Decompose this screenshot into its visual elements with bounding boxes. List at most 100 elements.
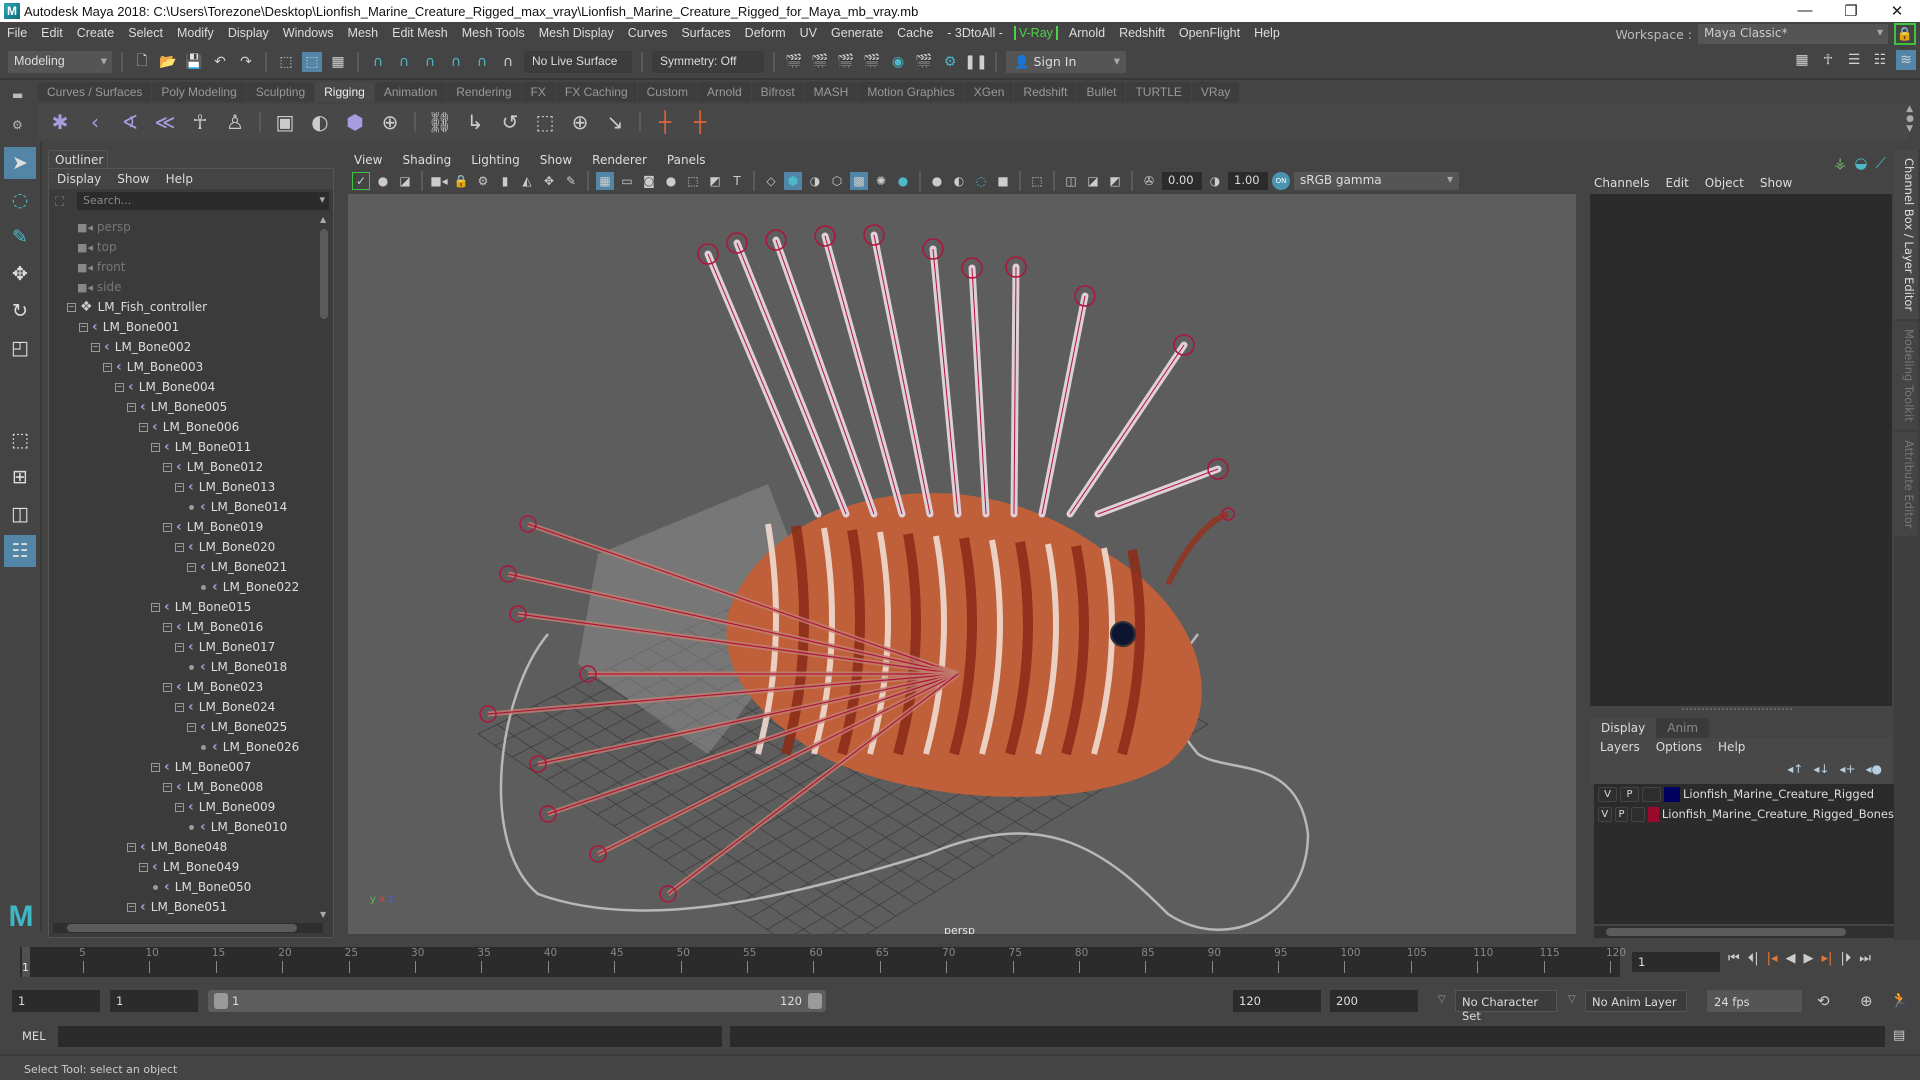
point-constraint-icon[interactable]: ↳ — [461, 108, 489, 136]
open-scene-icon[interactable]: 📂 — [158, 52, 178, 72]
collapse-toggle[interactable]: − — [127, 842, 136, 852]
outliner-item[interactable]: − ‹ LM_Bone003 — [49, 357, 321, 377]
outliner-item[interactable]: − ‹ LM_Bone048 — [49, 837, 321, 857]
menu-select[interactable]: Select — [121, 26, 170, 40]
shelf-settings-icon[interactable]: ⚙ — [12, 118, 23, 132]
outliner-item[interactable]: − ‹ LM_Bone008 — [49, 777, 321, 797]
range-slider[interactable]: 1 120 — [208, 990, 826, 1012]
close-button[interactable]: ✕ — [1874, 2, 1920, 20]
lock-icon[interactable]: 🔒 — [1894, 23, 1916, 45]
paint-weights-icon[interactable]: ◐ — [306, 108, 334, 136]
screen-space-ao-icon[interactable]: ● — [928, 172, 946, 190]
gamma-icon[interactable]: ◑ — [1206, 172, 1224, 190]
sign-in-dropdown[interactable]: 👤 Sign In — [1006, 51, 1126, 73]
snap-grid-icon[interactable]: ∩ — [368, 52, 388, 72]
ik-handle-icon[interactable]: ∢ — [116, 108, 144, 136]
redo-icon[interactable]: ↷ — [236, 52, 256, 72]
layer-hscrollbar[interactable] — [1594, 926, 1894, 938]
menu-uv[interactable]: UV — [793, 26, 824, 40]
orient-constraint-icon[interactable]: ↺ — [496, 108, 524, 136]
use-all-lights-icon[interactable]: ✺ — [872, 172, 890, 190]
channel-box-icon[interactable]: ≋ — [1896, 50, 1916, 70]
layer-row[interactable]: V P Lionfish_Marine_Creature_Rigged — [1594, 784, 1894, 804]
character-set-dropdown[interactable]: No Character Set — [1455, 990, 1557, 1023]
depth-of-field-icon[interactable]: ■ — [994, 172, 1012, 190]
channel-menu-channels[interactable]: Channels — [1594, 176, 1650, 190]
step-back-key-icon[interactable]: |◂ — [1767, 951, 1778, 966]
workspace-dropdown[interactable]: Maya Classic* — [1698, 24, 1888, 44]
layer-menu-help[interactable]: Help — [1718, 740, 1745, 756]
viewport-menu-view[interactable]: View — [354, 153, 382, 167]
save-scene-icon[interactable]: 💾 — [184, 52, 204, 72]
menu-windows[interactable]: Windows — [276, 26, 341, 40]
layer-tab-display[interactable]: Display — [1590, 718, 1657, 738]
outliner-item[interactable]: − ‹ LM_Bone016 — [49, 617, 321, 637]
collapse-toggle[interactable]: − — [115, 382, 124, 392]
shelf-tab-motion-graphics[interactable]: Motion Graphics — [858, 82, 964, 102]
display-type-toggle[interactable] — [1642, 786, 1661, 802]
shelf-tab-sculpting[interactable]: Sculpting — [246, 82, 315, 102]
outliner-item[interactable]: ■◂ side — [49, 277, 321, 297]
single-view-icon[interactable]: ⬚ — [4, 424, 36, 456]
collapse-toggle[interactable]: − — [163, 462, 172, 472]
menu-set-dropdown[interactable]: Modeling — [8, 51, 112, 73]
collapse-toggle[interactable]: − — [91, 342, 100, 352]
shelf-tab-mash[interactable]: MASH — [804, 82, 858, 102]
side-tab-modeling-toolkit[interactable]: Modeling Toolkit — [1894, 321, 1918, 430]
channel-menu-edit[interactable]: Edit — [1666, 176, 1689, 190]
collapse-toggle[interactable]: − — [163, 522, 172, 532]
viewport-menu-show[interactable]: Show — [540, 153, 572, 167]
range-end-handle[interactable] — [808, 993, 822, 1009]
menu-edit-mesh[interactable]: Edit Mesh — [385, 26, 455, 40]
2d-pan-zoom-icon[interactable]: ✥ — [540, 172, 558, 190]
fps-dropdown[interactable]: 24 fps — [1707, 990, 1802, 1012]
vray-toggle-icon[interactable]: ✓ — [352, 172, 370, 190]
collapse-toggle[interactable]: − — [163, 622, 172, 632]
symmetry-dropdown[interactable]: Symmetry: Off — [652, 51, 764, 73]
step-back-frame-icon[interactable]: ⏴| — [1748, 951, 1759, 966]
outliner-vscrollbar[interactable]: ▲ ▼ — [319, 215, 329, 919]
aim-constraint-icon[interactable]: ⊕ — [566, 108, 594, 136]
menu-mesh-tools[interactable]: Mesh Tools — [455, 26, 532, 40]
layer-color-swatch[interactable] — [1647, 806, 1659, 822]
snap-view-plane-icon[interactable]: ∩ — [446, 52, 466, 72]
menu-openflight[interactable]: OpenFlight — [1172, 26, 1247, 40]
shelf-tab-arnold[interactable]: Arnold — [697, 82, 751, 102]
create-joints-icon[interactable]: ✱ — [46, 108, 74, 136]
animation-preferences-icon[interactable]: 🏃 — [1890, 991, 1909, 1009]
parent-constraint-icon[interactable]: ⛓ — [426, 108, 454, 136]
pause-icon[interactable]: ❚❚ — [964, 52, 987, 72]
hyper-icon[interactable]: ⟋ — [1875, 154, 1886, 172]
command-input[interactable] — [58, 1026, 722, 1047]
playback-start-field[interactable]: 1 — [110, 990, 198, 1012]
collapse-toggle[interactable]: − — [103, 362, 112, 372]
tool-settings-icon[interactable]: ☷ — [1870, 50, 1890, 70]
collapse-toggle[interactable]: − — [175, 642, 184, 652]
layer-color-swatch[interactable] — [1664, 786, 1680, 802]
collapse-toggle[interactable]: − — [79, 322, 88, 332]
collapse-toggle[interactable]: − — [175, 802, 184, 812]
range-start-handle[interactable] — [214, 993, 228, 1009]
shelf-menu-icon[interactable]: ▬ — [12, 88, 23, 102]
outliner-item[interactable]: − ‹ LM_Bone011 — [49, 437, 321, 457]
speed-icon[interactable]: ◒ — [1854, 154, 1867, 172]
outliner-item[interactable]: ‹ LM_Bone050 — [49, 877, 321, 897]
go-to-end-icon[interactable]: ⏭ — [1859, 951, 1871, 966]
snap-point-icon[interactable]: ∩ — [420, 52, 440, 72]
xray-joints-icon[interactable]: ◪ — [1084, 172, 1102, 190]
collapse-toggle[interactable]: − — [163, 782, 172, 792]
play-backward-icon[interactable]: ◀ — [1786, 951, 1796, 966]
menu-file[interactable]: File — [0, 26, 34, 40]
scale-tool-icon[interactable]: ◰ — [4, 332, 36, 364]
timeline-ruler[interactable]: 5 10 15 20 25 30 35 40 45 50 55 60 65 70 75 80 85 90 95 100… — [20, 947, 1626, 977]
gate-mask-icon[interactable]: ● — [662, 172, 680, 190]
collapse-toggle[interactable]: − — [127, 902, 136, 912]
menu-mesh[interactable]: Mesh — [341, 26, 386, 40]
antialiasing-icon[interactable]: ◌ — [972, 172, 990, 190]
snap-live-icon[interactable]: ∩ — [498, 52, 518, 72]
outliner-menu-show[interactable]: Show — [117, 172, 149, 186]
outliner-item[interactable]: − ‹ LM_Bone015 — [49, 597, 321, 617]
collapse-toggle[interactable]: − — [139, 862, 148, 872]
outliner-item[interactable]: − ‹ LM_Bone009 — [49, 797, 321, 817]
collapse-toggle[interactable]: − — [151, 602, 160, 612]
